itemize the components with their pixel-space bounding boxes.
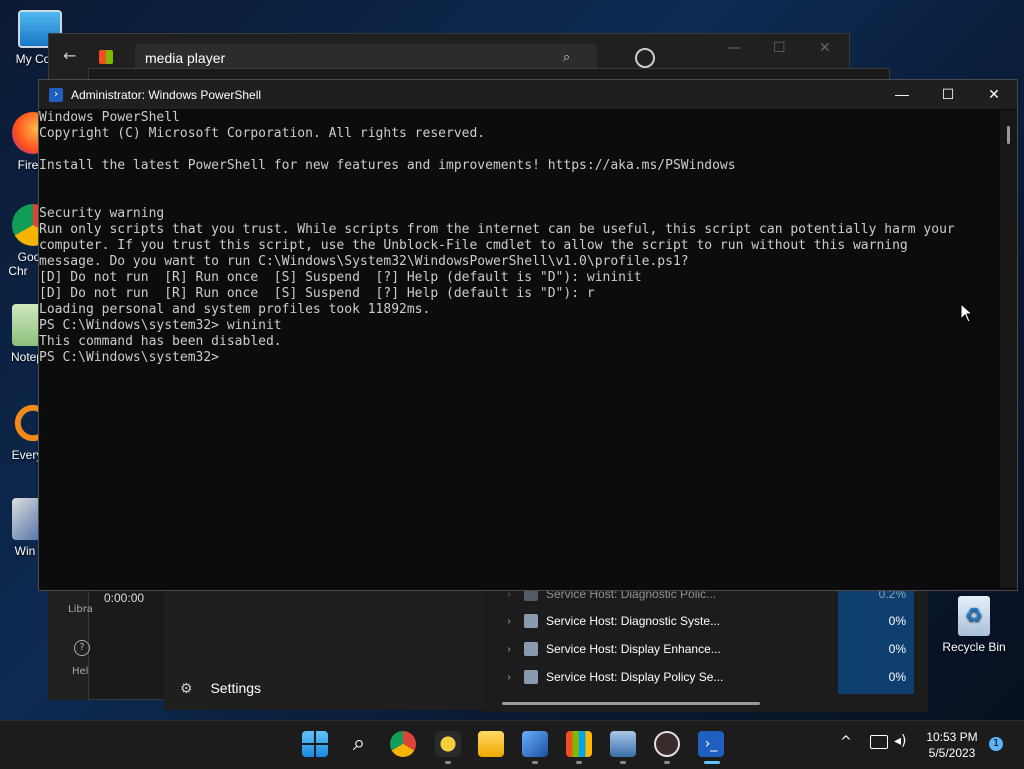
service-icon xyxy=(524,614,538,628)
minimize-icon[interactable]: — xyxy=(727,40,741,56)
taskbar: ⌕ ›_ ^ ◂) 10:53 PM 5/5/2023 1 xyxy=(0,720,1024,769)
back-button[interactable]: ← xyxy=(63,46,76,65)
gear-icon: ⚙ xyxy=(180,680,193,696)
running-indicator xyxy=(664,761,670,764)
sidebar-item-library[interactable]: Libra xyxy=(68,604,93,615)
process-name: Service Host: Diagnostic Syste... xyxy=(546,614,721,628)
chrome-icon[interactable] xyxy=(390,731,416,757)
settings-button[interactable]: ⚙ Settings xyxy=(180,680,261,697)
network-icon[interactable] xyxy=(870,735,888,749)
powershell-window[interactable]: › Administrator: Windows PowerShell — ☐ … xyxy=(38,79,1018,591)
chevron-right-icon[interactable]: › xyxy=(500,672,518,683)
close-icon[interactable]: ✕ xyxy=(819,40,831,56)
volume-icon[interactable]: ◂) xyxy=(894,733,907,749)
console-line: PS C:\Windows\system32> xyxy=(39,350,220,365)
cpu-value: 0% xyxy=(888,670,906,684)
cpu-value: 0% xyxy=(888,614,906,628)
mouse-cursor xyxy=(960,303,974,323)
table-row[interactable]: › Service Host: Display Enhance... 0% xyxy=(500,635,910,663)
console-line: message. Do you want to run C:\Windows\S… xyxy=(39,254,689,269)
clock-date: 5/5/2023 xyxy=(928,746,976,760)
help-icon[interactable]: ? xyxy=(74,640,90,656)
console-line: PS C:\Windows\system32> wininit xyxy=(39,318,282,333)
active-indicator xyxy=(704,761,720,764)
chevron-right-icon[interactable]: › xyxy=(500,616,518,627)
cpu-value: 0% xyxy=(888,642,906,656)
media-player-icon[interactable] xyxy=(654,731,680,757)
powershell-icon[interactable]: ›_ xyxy=(698,731,724,757)
sidebar-item-help[interactable]: Hel xyxy=(72,666,88,677)
horizontal-scrollbar[interactable] xyxy=(502,702,760,705)
minimize-button[interactable]: — xyxy=(879,80,925,109)
recycle-bin-icon: ♻ xyxy=(958,596,990,636)
running-indicator xyxy=(532,761,538,764)
chevron-right-icon[interactable]: › xyxy=(500,644,518,655)
console-line: Copyright (C) Microsoft Corporation. All… xyxy=(39,126,486,141)
desktop-icon-label: Goo Chr xyxy=(8,250,41,278)
store-icon[interactable] xyxy=(566,731,592,757)
start-icon[interactable] xyxy=(302,731,328,757)
process-name: Service Host: Display Policy Se... xyxy=(546,670,724,684)
service-icon xyxy=(524,670,538,684)
console-output[interactable]: Windows PowerShell Copyright (C) Microsof… xyxy=(39,110,999,588)
title-bar[interactable]: › Administrator: Windows PowerShell — ☐ … xyxy=(39,80,1017,109)
service-icon xyxy=(524,642,538,656)
table-row[interactable]: › Service Host: Diagnostic Syste... 0% xyxy=(500,607,910,635)
resource-monitor-icon[interactable] xyxy=(610,731,636,757)
vertical-scrollbar[interactable] xyxy=(1000,110,1017,588)
bee-icon[interactable] xyxy=(435,731,461,757)
console-line: Security warning xyxy=(39,206,165,221)
desktop-icon-recycle-bin[interactable]: ♻ Recycle Bin xyxy=(938,596,1010,654)
search-icon[interactable]: ⌕ xyxy=(563,50,570,65)
desktop-icon-label: Fire xyxy=(17,158,39,172)
running-indicator xyxy=(620,761,626,764)
console-line: Install the latest PowerShell for new fe… xyxy=(39,158,736,173)
notification-count: 1 xyxy=(992,738,1000,749)
search-input-value: media player xyxy=(145,50,226,66)
playback-time: 0:00:00 xyxy=(104,591,145,605)
account-icon[interactable] xyxy=(635,48,655,68)
process-name: Service Host: Display Enhance... xyxy=(546,642,721,656)
powershell-icon: › xyxy=(49,87,63,102)
running-indicator xyxy=(445,761,451,764)
search-icon[interactable]: ⌕ xyxy=(346,731,372,757)
console-line: Windows PowerShell xyxy=(39,110,180,125)
desktop-icon-label: Recycle Bin xyxy=(942,640,1006,654)
clock[interactable]: 10:53 PM 5/5/2023 xyxy=(920,729,984,761)
clock-time: 10:53 PM xyxy=(926,730,978,744)
chevron-up-icon[interactable]: ^ xyxy=(840,734,852,750)
console-line: This command has been disabled. xyxy=(39,334,282,349)
console-line: Loading personal and system profiles too… xyxy=(39,302,431,317)
close-button[interactable]: ✕ xyxy=(971,80,1017,109)
running-indicator xyxy=(576,761,582,764)
console-line: [D] Do not run [R] Run once [S] Suspend … xyxy=(39,270,642,285)
window-title: Administrator: Windows PowerShell xyxy=(71,87,262,102)
file-explorer-icon[interactable] xyxy=(478,731,504,757)
settings-label: Settings xyxy=(210,680,262,696)
console-line: computer. If you trust this script, use … xyxy=(39,238,908,253)
media-player-sidebar: Libra ? Hel xyxy=(48,590,93,700)
store-icon xyxy=(99,50,113,64)
maximize-button[interactable]: ☐ xyxy=(925,80,971,109)
console-line: Run only scripts that you trust. While s… xyxy=(39,222,955,237)
maximize-icon[interactable]: ☐ xyxy=(773,40,786,56)
desktop-icon-label: Win xyxy=(14,544,36,558)
remote-icon[interactable] xyxy=(522,731,548,757)
console-line: [D] Do not run [R] Run once [S] Suspend … xyxy=(39,286,595,301)
table-row[interactable]: › Service Host: Display Policy Se... 0% xyxy=(500,663,910,691)
notification-badge[interactable]: 1 xyxy=(989,737,1003,751)
scrollbar-thumb[interactable] xyxy=(1007,126,1010,144)
